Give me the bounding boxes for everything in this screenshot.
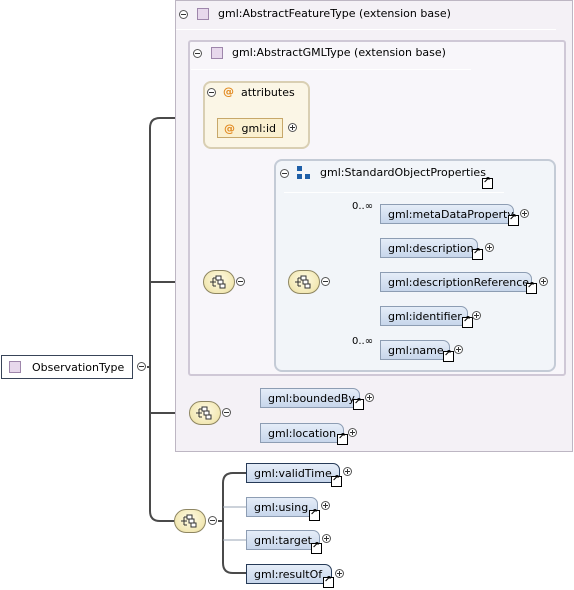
reference-icon[interactable] (353, 397, 364, 410)
reference-icon[interactable] (482, 176, 493, 189)
collapse-icon[interactable] (179, 10, 188, 19)
attribute-icon: @ (224, 122, 235, 135)
collapse-icon[interactable] (207, 88, 216, 97)
reference-icon[interactable] (526, 281, 537, 294)
sequence-compositor[interactable] (174, 509, 206, 533)
collapse-icon[interactable] (280, 169, 289, 178)
element-label: gml:boundedBy (268, 392, 355, 405)
collapse-icon[interactable] (222, 408, 231, 417)
extension-title: gml:AbstractGMLType (extension base) (232, 46, 446, 59)
expand-icon[interactable] (485, 243, 494, 252)
element-label: gml:location (268, 427, 337, 440)
reference-icon[interactable] (311, 541, 322, 554)
element-name[interactable]: gml:name (380, 340, 450, 360)
element-label: gml:validTime (254, 467, 332, 480)
group-icon (297, 166, 310, 179)
expand-icon[interactable] (322, 534, 331, 543)
root-element-observation-type[interactable]: ObservationType (1, 355, 133, 379)
element-target[interactable]: gml:target (246, 530, 320, 550)
attribute-gml-id[interactable]: @ gml:id (217, 118, 283, 138)
sequence-icon (295, 275, 311, 289)
reference-icon[interactable] (309, 508, 320, 521)
expand-icon[interactable] (335, 569, 344, 578)
sequence-compositor[interactable] (288, 270, 320, 294)
expand-icon[interactable] (539, 277, 548, 286)
element-location[interactable]: gml:location (260, 423, 344, 443)
element-label: gml:resultOf (254, 568, 323, 581)
element-result-of[interactable]: gml:resultOf (246, 564, 332, 584)
sequence-compositor[interactable] (189, 401, 221, 425)
expand-icon[interactable] (365, 393, 374, 402)
element-label: gml:description (388, 242, 474, 255)
reference-icon[interactable] (331, 474, 342, 487)
expand-icon[interactable] (288, 123, 297, 132)
attribute-icon: @ (223, 85, 234, 98)
header-divider (176, 29, 556, 30)
reference-icon[interactable] (323, 575, 334, 588)
element-valid-time[interactable]: gml:validTime (246, 463, 340, 483)
expand-icon[interactable] (343, 467, 352, 476)
collapse-icon[interactable] (321, 277, 330, 286)
reference-icon[interactable] (472, 247, 483, 260)
element-meta-data-property[interactable]: gml:metaDataProperty (380, 204, 514, 224)
cardinality-label: 0..∞ (352, 201, 374, 212)
cardinality-label: 0..∞ (352, 336, 374, 347)
reference-icon[interactable] (337, 432, 348, 445)
sequence-compositor[interactable] (203, 270, 235, 294)
header-divider (284, 192, 504, 193)
sequence-icon (181, 514, 197, 528)
element-description[interactable]: gml:description (380, 238, 478, 258)
expand-icon[interactable] (472, 311, 481, 320)
collapse-icon[interactable] (193, 49, 202, 58)
complex-type-icon (211, 47, 223, 59)
reference-icon[interactable] (508, 213, 519, 226)
complex-type-icon (197, 8, 209, 20)
element-label: gml:using (254, 501, 309, 514)
sequence-icon (210, 275, 226, 289)
expand-icon[interactable] (520, 209, 529, 218)
header-divider (191, 69, 471, 70)
element-description-reference[interactable]: gml:descriptionReference (380, 272, 532, 292)
root-label: ObservationType (32, 361, 125, 374)
collapse-icon[interactable] (137, 362, 146, 371)
element-identifier[interactable]: gml:identifier (380, 306, 468, 326)
element-label: gml:metaDataProperty (388, 208, 514, 221)
collapse-icon[interactable] (236, 277, 245, 286)
element-label: gml:identifier (388, 310, 462, 323)
element-label: gml:name (388, 344, 444, 357)
expand-icon[interactable] (321, 501, 330, 510)
group-title: gml:StandardObjectProperties (320, 166, 486, 179)
sequence-icon (196, 406, 212, 420)
element-label: gml:target (254, 534, 312, 547)
element-bounded-by[interactable]: gml:boundedBy (260, 388, 360, 408)
attribute-label: gml:id (241, 122, 277, 135)
reference-icon[interactable] (462, 315, 473, 328)
element-using[interactable]: gml:using (246, 497, 318, 517)
element-label: gml:descriptionReference (388, 276, 530, 289)
expand-icon[interactable] (348, 428, 357, 437)
complex-type-icon (9, 361, 21, 373)
expand-icon[interactable] (454, 345, 463, 354)
collapse-icon[interactable] (208, 516, 217, 525)
reference-icon[interactable] (443, 349, 454, 362)
extension-title: gml:AbstractFeatureType (extension base) (218, 7, 451, 20)
attributes-title: attributes (241, 86, 295, 99)
